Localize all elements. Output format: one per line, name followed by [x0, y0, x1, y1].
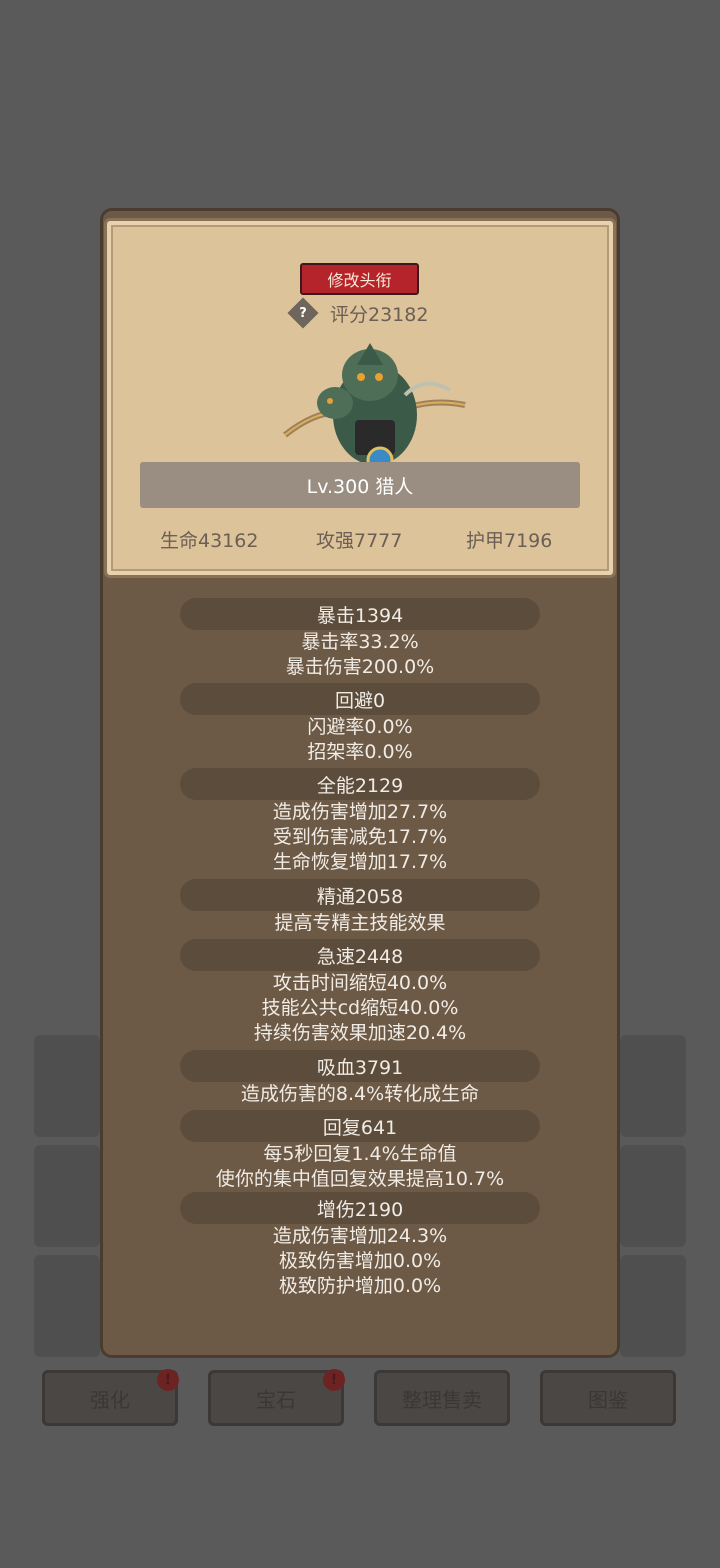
hp-stat: 生命43162	[160, 530, 259, 552]
gem-label: 宝石	[256, 1387, 296, 1412]
stat-line: 使你的集中值回复效果提高10.7%	[215, 1168, 505, 1190]
sort-sell-label: 整理售卖	[402, 1387, 482, 1412]
regen-header: 回复641	[180, 1110, 540, 1142]
armor-stat: 护甲7196	[466, 530, 553, 552]
stat-line: 生命恢复增加17.7%	[272, 851, 448, 873]
stat-line: 招架率0.0%	[307, 741, 413, 763]
stat-line: 攻击时间缩短40.0%	[272, 972, 448, 994]
help-icon[interactable]: ?	[287, 297, 319, 329]
mastery-header: 精通2058	[180, 879, 540, 911]
background-slot	[620, 1255, 686, 1357]
background-slot	[34, 1145, 100, 1247]
dodge-header: 回避0	[180, 683, 540, 715]
background-slot	[34, 1035, 100, 1137]
stat-line: 受到伤害减免17.7%	[272, 826, 448, 848]
stat-line: 技能公共cd缩短40.0%	[261, 997, 459, 1019]
background-slot	[620, 1145, 686, 1247]
damage-bonus-header: 增伤2190	[180, 1192, 540, 1224]
background-slot	[620, 1035, 686, 1137]
stat-line: 极致伤害增加0.0%	[278, 1250, 442, 1272]
haste-header: 急速2448	[180, 939, 540, 971]
stat-line: 每5秒回复1.4%生命值	[263, 1143, 457, 1165]
alert-badge-icon: !	[323, 1369, 345, 1391]
alert-badge-icon: !	[157, 1369, 179, 1391]
stat-line: 造成伤害的8.4%转化成生命	[240, 1083, 480, 1105]
stat-line: 暴击伤害200.0%	[285, 656, 435, 678]
codex-label: 图鉴	[588, 1387, 628, 1412]
enhance-label: 强化	[90, 1387, 130, 1412]
versatility-header: 全能2129	[180, 768, 540, 800]
background-slot	[34, 1255, 100, 1357]
stat-line: 提高专精主技能效果	[274, 912, 446, 934]
stat-line: 闪避率0.0%	[307, 716, 413, 738]
crit-header: 暴击1394	[180, 598, 540, 630]
stat-line: 暴击率33.2%	[301, 631, 419, 653]
gem-button[interactable]: 宝石 !	[208, 1369, 345, 1426]
stat-line: 持续伤害效果加速20.4%	[253, 1022, 467, 1044]
character-name-bar: Lv.300 猎人	[140, 462, 580, 508]
stat-line: 造成伤害增加27.7%	[272, 801, 448, 823]
change-title-button[interactable]: 修改头衔	[300, 263, 419, 295]
stat-line: 极致防护增加0.0%	[278, 1275, 442, 1297]
sort-sell-button[interactable]: 整理售卖	[374, 1370, 510, 1426]
attack-power-stat: 攻强7777	[316, 530, 403, 552]
codex-button[interactable]: 图鉴	[540, 1370, 676, 1426]
lifesteal-header: 吸血3791	[180, 1050, 540, 1082]
enhance-button[interactable]: 强化 !	[42, 1369, 179, 1426]
score-text: 评分23182	[330, 304, 429, 326]
stat-line: 造成伤害增加24.3%	[272, 1225, 448, 1247]
